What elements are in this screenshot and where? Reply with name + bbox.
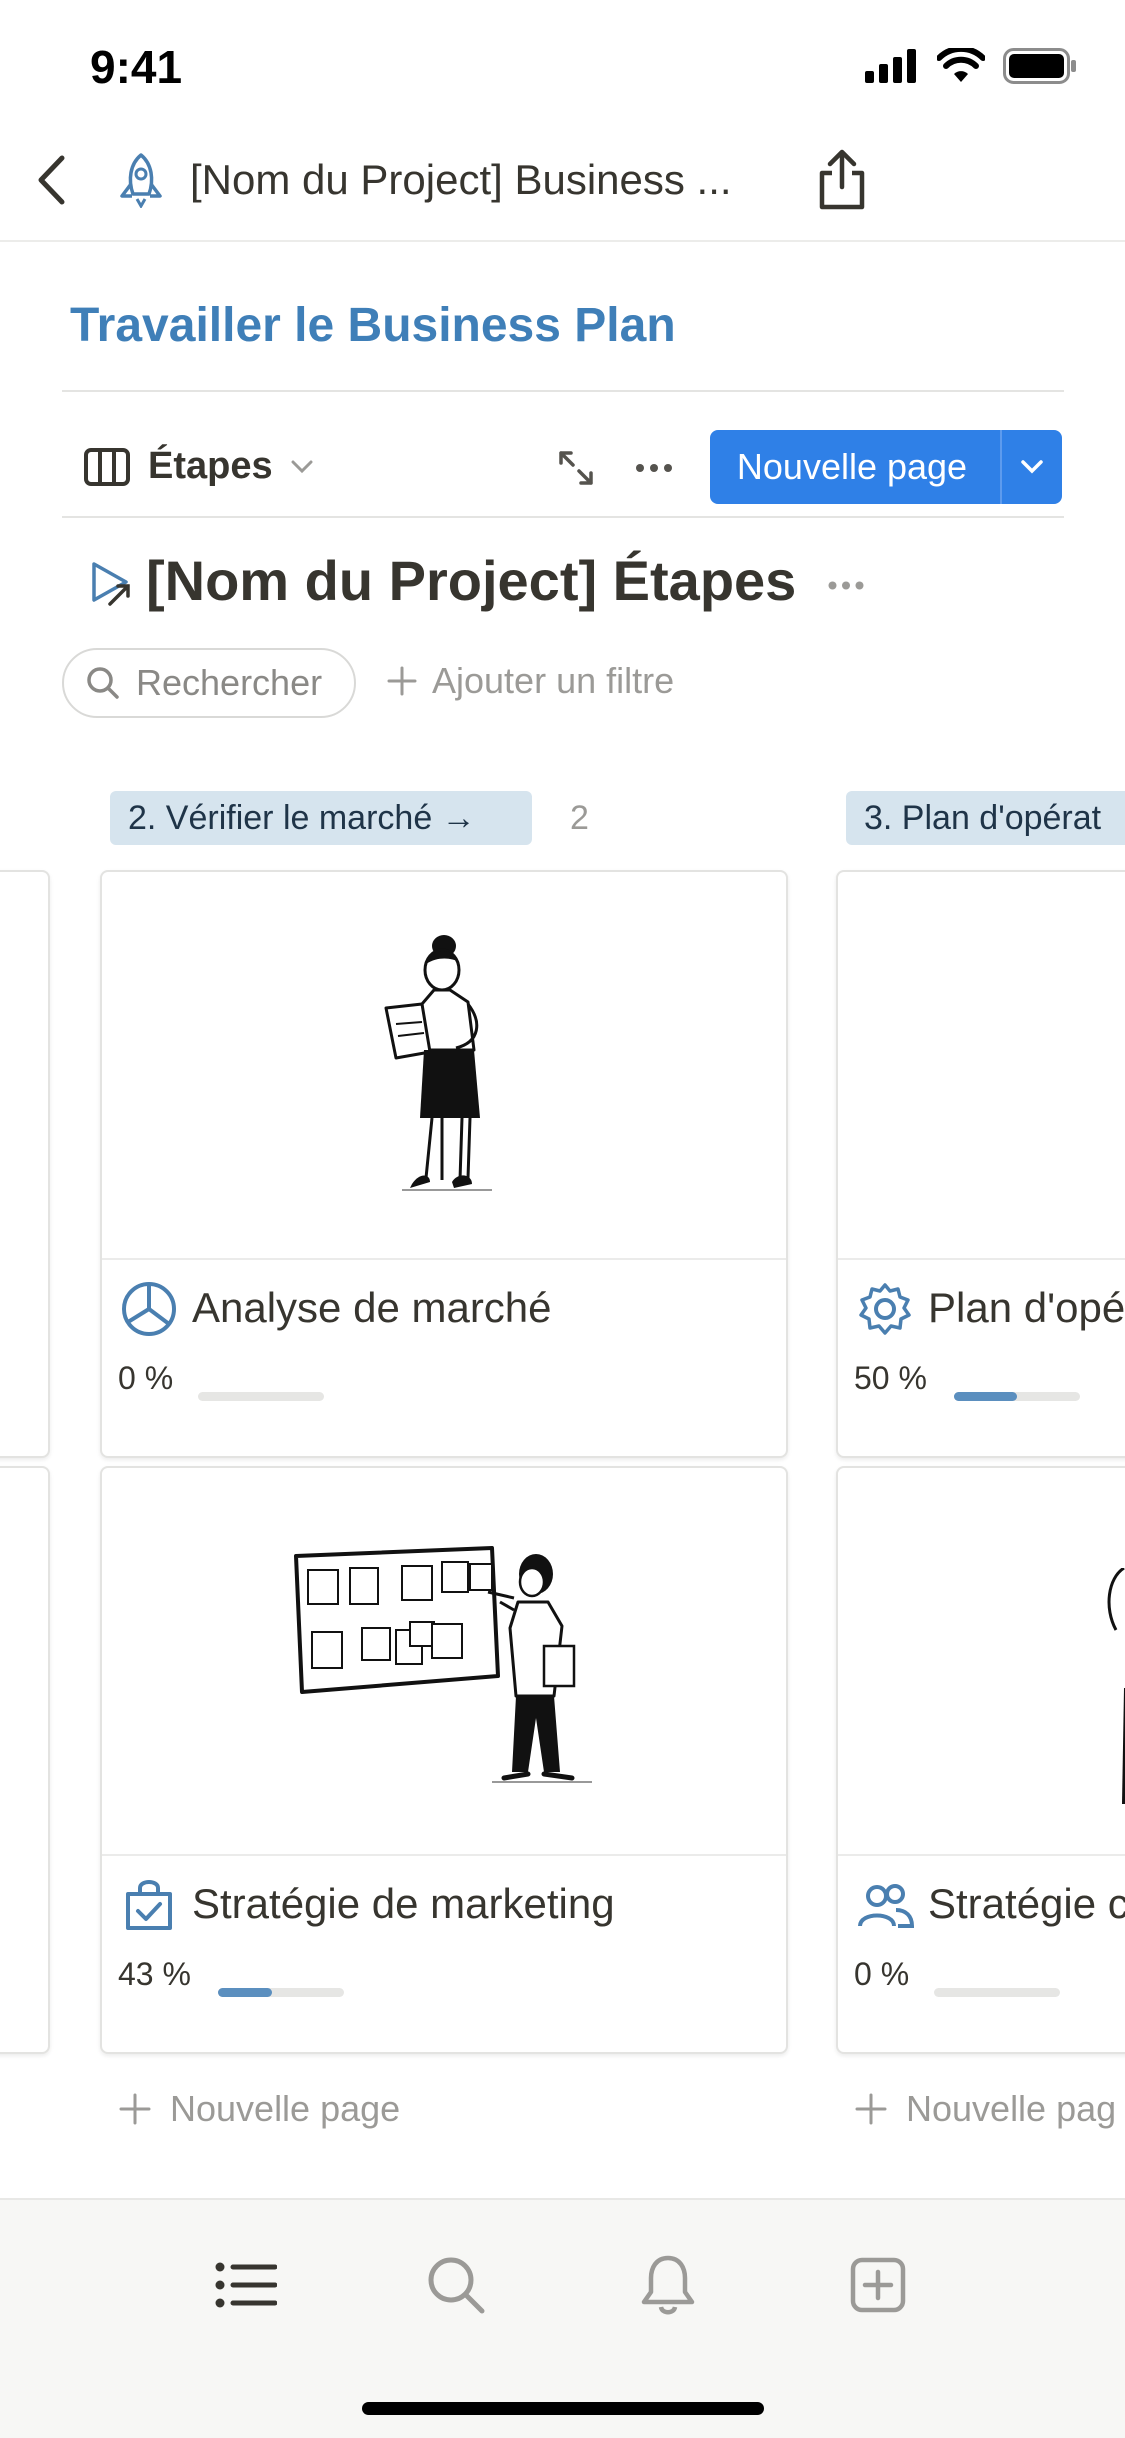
add-card-label: Nouvelle pag <box>906 2088 1117 2129</box>
add-card-button[interactable]: Nouvelle page <box>118 2088 400 2130</box>
expand-button[interactable] <box>552 446 600 490</box>
battery-icon <box>1003 48 1076 84</box>
add-card-label: Nouvelle page <box>170 2088 401 2129</box>
woman-reading-illustration <box>384 935 492 1191</box>
share-button[interactable] <box>808 144 876 216</box>
search-icon <box>428 2257 485 2314</box>
board-card[interactable]: Stratégie c 0 % <box>836 1466 1125 2054</box>
new-page-icon <box>850 2257 906 2313</box>
plus-icon <box>387 666 417 696</box>
card-title: Stratégie c <box>928 1880 1125 1927</box>
card-progress-bar <box>198 1392 324 1401</box>
bell-icon <box>641 2255 695 2315</box>
list-icon <box>215 2262 277 2308</box>
pie-chart-icon <box>122 1282 176 1336</box>
card-cover-image <box>102 1468 786 1856</box>
search-input[interactable]: Rechercher <box>62 648 356 718</box>
board-card-partial[interactable] <box>0 1466 50 2054</box>
new-page-button[interactable]: Nouvelle page <box>710 430 1000 504</box>
board-view-icon <box>84 447 130 486</box>
card-progress-label: 50 % <box>854 1360 927 1396</box>
card-progress-bar <box>954 1392 1080 1401</box>
gear-icon <box>859 1283 911 1335</box>
card-progress-label: 43 % <box>118 1956 191 1992</box>
add-filter-button[interactable]: Ajouter un filtre <box>386 660 674 702</box>
new-page-button-group: Nouvelle page <box>710 430 1062 504</box>
new-page-options-button[interactable] <box>1000 430 1062 504</box>
heading-divider <box>62 390 1064 392</box>
person-illustration-partial <box>1107 1568 1125 1805</box>
card-title: Analyse de marché <box>192 1284 552 1331</box>
plus-icon <box>119 2093 151 2125</box>
card-cover-image <box>838 872 1125 1260</box>
card-progress-bar <box>934 1988 1060 1997</box>
status-time: 9:41 <box>90 41 183 93</box>
tab-list[interactable] <box>206 2250 286 2320</box>
card-cover-image <box>102 872 786 1260</box>
shopping-bag-check-icon <box>126 1880 172 1930</box>
database-title[interactable]: [Nom du Project] Étapes <box>146 548 796 613</box>
card-cover-image <box>838 1468 1125 1856</box>
woman-at-board-illustration <box>294 1546 592 1783</box>
database-options-button[interactable] <box>826 570 866 600</box>
card-progress-label: 0 % <box>854 1956 910 1992</box>
ellipsis-icon <box>828 581 864 589</box>
card-progress-label: 0 % <box>118 1360 174 1396</box>
status-icons <box>865 46 1077 86</box>
search-icon <box>87 667 119 699</box>
view-label: Étapes <box>148 445 273 487</box>
chevron-down-icon <box>1021 460 1043 474</box>
board-card-partial[interactable] <box>0 870 50 1458</box>
back-button[interactable] <box>20 148 82 212</box>
rocket-icon <box>120 153 162 208</box>
page-heading[interactable]: Travailler le Business Plan <box>70 298 676 353</box>
home-indicator <box>362 2402 764 2415</box>
add-card-button[interactable]: Nouvelle pag <box>854 2088 1116 2130</box>
chevron-down-icon <box>291 460 313 473</box>
tab-notifications[interactable] <box>628 2246 708 2324</box>
signal-icon <box>865 49 916 83</box>
nav-title[interactable]: [Nom du Project] Business ... <box>190 156 732 204</box>
tab-search[interactable] <box>416 2248 496 2322</box>
progress-fill <box>218 1988 273 1997</box>
group-header-tag[interactable]: 2. Vérifier le marché → <box>110 791 532 845</box>
search-placeholder: Rechercher <box>136 662 323 703</box>
card-title: Plan d'opé <box>928 1284 1125 1331</box>
tab-new-page[interactable] <box>838 2248 918 2322</box>
plus-icon <box>855 2093 887 2125</box>
board-card[interactable]: Plan d'opé 50 % <box>836 870 1125 1458</box>
chevron-left-icon <box>38 155 65 205</box>
progress-fill <box>954 1392 1017 1401</box>
card-title: Stratégie de marketing <box>192 1880 615 1927</box>
view-switcher[interactable]: Étapes <box>84 445 313 488</box>
wifi-icon <box>937 48 985 82</box>
toolbar-divider <box>62 516 1064 518</box>
ellipsis-icon <box>636 464 672 472</box>
board-card[interactable]: Analyse de marché 0 % <box>100 870 788 1458</box>
people-icon <box>858 1884 914 1928</box>
linked-database-icon <box>92 562 130 606</box>
board-card[interactable]: Stratégie de marketing 43 % <box>100 1466 788 2054</box>
card-progress-bar <box>218 1988 344 1997</box>
group-count: 2 <box>570 799 589 837</box>
more-options-button[interactable] <box>630 450 678 486</box>
share-icon <box>819 149 865 210</box>
group-header-tag[interactable]: 3. Plan d'opérat <box>846 791 1125 845</box>
expand-icon <box>559 451 593 485</box>
add-filter-label: Ajouter un filtre <box>432 660 675 701</box>
